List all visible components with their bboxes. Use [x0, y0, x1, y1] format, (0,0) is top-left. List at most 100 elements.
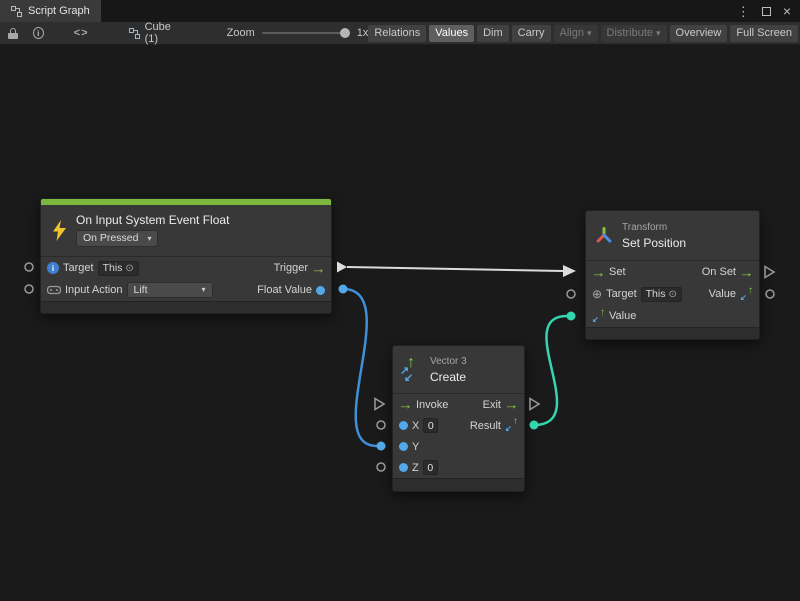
toolbar-buttons: Relations Values Dim Carry Align▾ Distri…	[368, 25, 800, 42]
maximize-button[interactable]	[762, 7, 771, 16]
port-value-output[interactable]	[766, 290, 774, 298]
transform-node-footer	[586, 327, 759, 339]
node-transform-set-position[interactable]: Transform Set Position → Set On Set → ⊕ …	[585, 210, 760, 340]
transform-target-port-label: Target	[606, 288, 637, 300]
y-port-dot-icon	[399, 442, 408, 451]
z-row: Z 0	[393, 457, 524, 478]
node-vector3-create[interactable]: ↑ ↗ ↙ Vector 3 Create → Invoke Exit → X	[392, 345, 525, 492]
flow-arrow-icon: →	[591, 266, 606, 279]
vector3-node-title: Create	[430, 371, 467, 383]
port-result-output[interactable]	[530, 421, 539, 430]
x-value-field[interactable]: 0	[423, 418, 438, 433]
toolbar-button-carry[interactable]: Carry	[512, 25, 551, 42]
transform-type-label: Transform	[622, 223, 686, 233]
lock-icon[interactable]	[8, 28, 17, 39]
invoke-port-label: Invoke	[416, 399, 448, 411]
node-on-input-system-event-float[interactable]: On Input System Event Float On Pressed▾ …	[40, 198, 332, 314]
port-value-input[interactable]	[567, 312, 576, 321]
input-action-port-label: Input Action	[65, 284, 123, 296]
wire-result-to-value[interactable]	[534, 316, 567, 425]
zoom-slider[interactable]	[262, 32, 350, 34]
port-set-target-input[interactable]	[567, 290, 575, 298]
port-y-input[interactable]	[377, 442, 386, 451]
transform-target-row: ⊕ Target This⊙ Value ↑↙	[586, 283, 759, 305]
x-result-row: X 0 Result ↑↙	[393, 415, 524, 436]
crosshair-icon: ⊕	[592, 288, 602, 300]
toolbar-button-distribute[interactable]: Distribute▾	[601, 25, 667, 42]
z-port-dot-icon	[399, 463, 408, 472]
angle-brackets-icon[interactable]: <>	[74, 27, 89, 39]
object-picker-icon: ⊙	[125, 263, 133, 274]
info-icon[interactable]: i	[33, 27, 44, 39]
vector3-node-header: ↑ ↗ ↙ Vector 3 Create	[393, 346, 524, 394]
graph-target[interactable]: Cube (1)	[129, 21, 181, 45]
trigger-port-label: Trigger	[274, 262, 308, 274]
zoom-control: Zoom 1x	[227, 27, 369, 39]
event-action-row: Input Action Lift▾ Float Value	[41, 279, 331, 301]
chevron-down-icon: ▾	[656, 28, 661, 38]
port-z-input[interactable]	[377, 463, 385, 471]
port-x-input[interactable]	[377, 421, 385, 429]
port-exit-output[interactable]	[530, 399, 539, 410]
target-object-field[interactable]: This⊙	[98, 261, 139, 276]
input-action-dropdown[interactable]: Lift▾	[127, 282, 213, 299]
lightning-bolt-icon	[52, 220, 67, 241]
tab-script-graph[interactable]: Script Graph	[0, 0, 101, 22]
zoom-value: 1x	[357, 27, 369, 39]
z-port-label: Z	[412, 462, 419, 474]
close-button[interactable]: ×	[783, 4, 791, 18]
toolbar-button-align[interactable]: Align▾	[554, 25, 598, 42]
transform-node-header: Transform Set Position	[586, 211, 759, 261]
exit-port-label: Exit	[483, 399, 501, 411]
result-port-label: Result	[470, 420, 501, 432]
float-value-port-label: Float Value	[257, 284, 312, 296]
y-port-label: Y	[412, 441, 419, 453]
x-port-dot-icon	[399, 421, 408, 430]
x-port-label: X	[412, 420, 419, 432]
value-out-port-label: Value	[709, 288, 736, 300]
window-menu-button[interactable]: ⋮	[737, 5, 750, 18]
port-event-target-input[interactable]	[25, 263, 33, 271]
set-port-label: Set	[609, 266, 626, 278]
value-in-row: ↑↙ Value	[586, 305, 759, 327]
toolbar-button-relations[interactable]: Relations	[368, 25, 426, 42]
flow-arrow-icon: →	[398, 398, 413, 411]
port-event-action-input[interactable]	[25, 285, 33, 293]
wire-floatvalue-to-y[interactable]	[343, 289, 377, 446]
float-port-dot-icon	[316, 286, 325, 295]
toolbar-button-values[interactable]: Values	[429, 25, 474, 42]
transform-icon	[595, 226, 613, 245]
tab-label: Script Graph	[28, 5, 90, 17]
vector3-icon: ↑ ↗ ↙	[401, 358, 421, 382]
titlebar: Script Graph ⋮ ×	[0, 0, 800, 22]
graph-tab-icon	[11, 6, 22, 17]
on-set-port-label: On Set	[702, 266, 736, 278]
z-value-field[interactable]: 0	[423, 460, 438, 475]
wire-trigger-to-set[interactable]	[347, 267, 563, 271]
flow-arrow-icon: →	[311, 262, 326, 275]
port-trigger-output[interactable]	[337, 262, 347, 273]
flow-arrow-icon: →	[504, 398, 519, 411]
vector-result-icon: ↑↙	[505, 419, 518, 432]
event-node-footer	[41, 301, 331, 313]
port-float-value-output[interactable]	[339, 285, 348, 294]
script-graph-window: Script Graph ⋮ × i <> Cube (1) Zoom 1x R…	[0, 0, 800, 601]
set-onset-row: → Set On Set →	[586, 261, 759, 283]
window-controls: ⋮ ×	[737, 0, 800, 22]
invoke-exit-row: → Invoke Exit →	[393, 394, 524, 415]
zoom-slider-handle[interactable]	[340, 28, 350, 38]
event-node-header: On Input System Event Float On Pressed▾	[41, 205, 331, 257]
player-input-icon: i	[47, 262, 59, 274]
toolbar-button-overview[interactable]: Overview	[670, 25, 728, 42]
wire-arrowhead-icon	[563, 265, 576, 277]
toolbar-button-fullscreen[interactable]: Full Screen	[730, 25, 798, 42]
port-invoke-input[interactable]	[375, 399, 384, 410]
vector-value-icon: ↑↙	[592, 310, 605, 323]
transform-target-object-field[interactable]: This⊙	[641, 287, 682, 302]
vector3-node-footer	[393, 478, 524, 491]
transform-node-title: Set Position	[622, 237, 686, 249]
event-mode-dropdown[interactable]: On Pressed▾	[76, 230, 158, 247]
chevron-down-icon: ▾	[587, 28, 592, 38]
port-on-set-output[interactable]	[765, 267, 774, 278]
toolbar-button-dim[interactable]: Dim	[477, 25, 509, 42]
